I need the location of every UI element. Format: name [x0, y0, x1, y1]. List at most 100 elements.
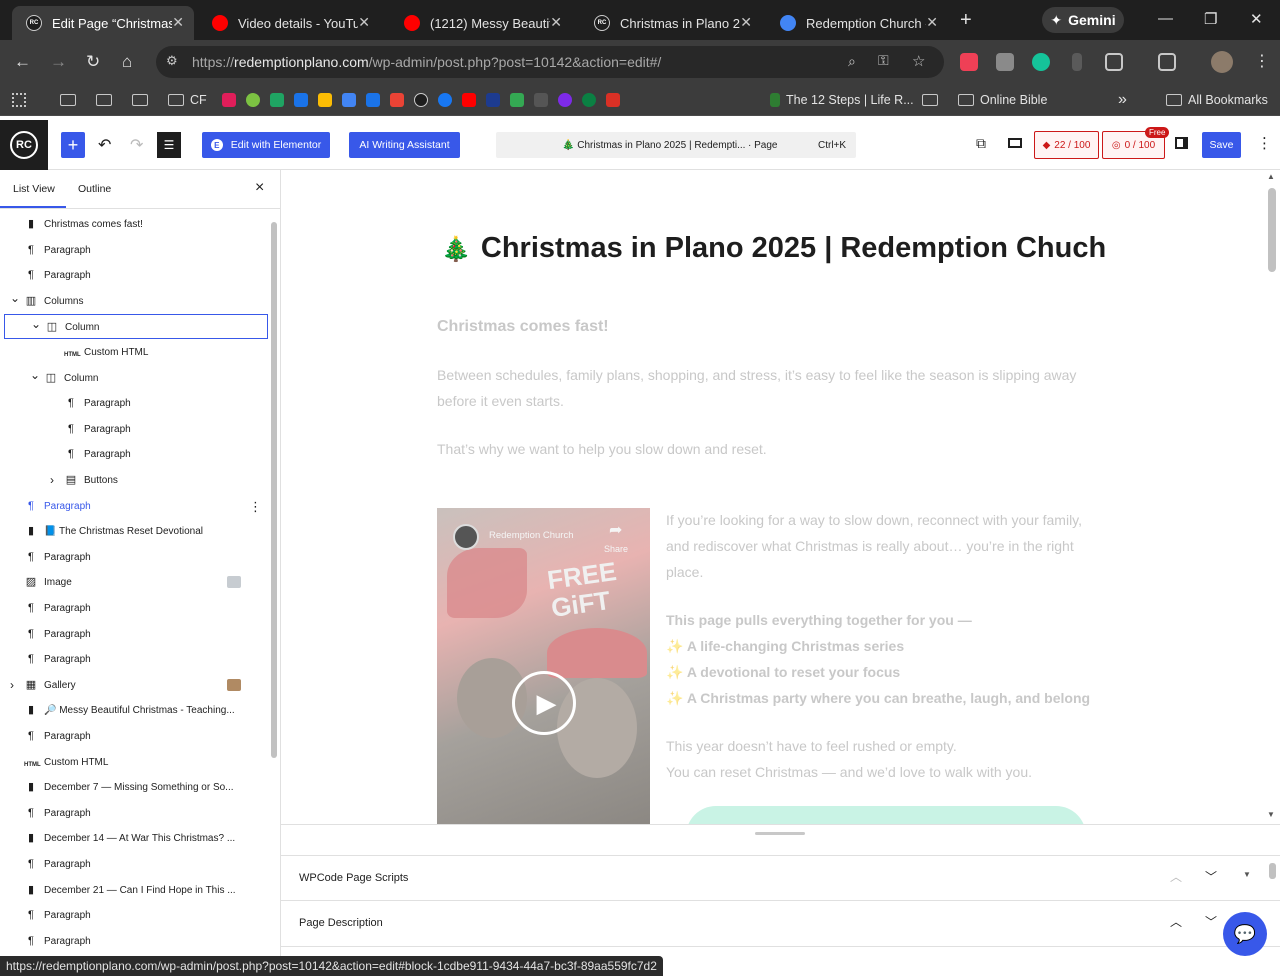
forward-button[interactable]: →: [50, 52, 67, 72]
list-view-item[interactable]: ▮ Christmas comes fast!: [0, 212, 270, 237]
settings-sidebar-toggle-icon[interactable]: [1175, 137, 1188, 149]
address-bar[interactable]: ⚙ https://redemptionplano.com/wp-admin/p…: [156, 46, 944, 78]
chevron-right-icon[interactable]: ›: [50, 473, 54, 487]
list-icon[interactable]: [510, 93, 524, 107]
options-menu-icon[interactable]: ⋮: [1257, 134, 1272, 152]
paragraph-block[interactable]: If you’re looking for a way to slow down…: [666, 507, 1106, 585]
block-inserter-button[interactable]: +: [61, 132, 85, 158]
meta-box-wpcode[interactable]: WPCode Page Scripts ︿ ﹀ ▼: [281, 855, 1280, 901]
rc-icon[interactable]: [414, 93, 428, 107]
command-palette-bar[interactable]: 🎄 Christmas in Plano 2025 | Redempti... …: [496, 132, 856, 158]
close-tab-icon[interactable]: ✕: [740, 14, 752, 31]
gloo-icon[interactable]: [246, 93, 260, 107]
url-text[interactable]: https://redemptionplano.com/wp-admin/pos…: [192, 54, 661, 70]
list-view-item[interactable]: ¶ Paragraph: [0, 622, 270, 647]
list-view-item[interactable]: ¶ Paragraph: [0, 391, 270, 416]
bookmark-online-bible[interactable]: Online Bible: [958, 92, 1047, 108]
list-view-item[interactable]: ▮ 🔎 Messy Beautiful Christmas - Teaching.…: [0, 698, 270, 723]
headphones-icon[interactable]: [582, 93, 596, 107]
seo-score-pill[interactable]: ◆ 22 / 100: [1034, 131, 1099, 159]
zoom-icon[interactable]: ⌕: [848, 53, 856, 70]
list-item[interactable]: ✨ A life-changing Christmas series: [666, 633, 904, 659]
paragraph-block[interactable]: That’s why we want to help you slow down…: [437, 436, 1097, 462]
more-bookmarks-button[interactable]: »: [1118, 91, 1127, 108]
chevron-right-icon[interactable]: ›: [10, 678, 14, 692]
list-view-item[interactable]: ¶ Paragraph: [0, 545, 270, 570]
scroll-up-arrow[interactable]: ▲: [1267, 172, 1275, 181]
browser-tab[interactable]: RC Christmas in Plano 20 ✕: [580, 6, 762, 40]
bookmark-folder[interactable]: [922, 92, 944, 108]
preview-device-icon[interactable]: [1008, 138, 1022, 148]
chevron-down-icon[interactable]: ⌄: [31, 317, 41, 331]
gemini-button[interactable]: ✦ Gemini: [1042, 7, 1124, 33]
bookmark-folder-cf[interactable]: CF: [168, 92, 207, 108]
dw-icon[interactable]: [534, 93, 548, 107]
puzzle-extensions-icon[interactable]: [1105, 53, 1123, 71]
block-options-icon[interactable]: ⋮: [249, 499, 262, 515]
list-view-item[interactable]: ¶ Paragraph: [0, 596, 270, 621]
back-button[interactable]: ←: [14, 52, 31, 72]
close-tab-icon[interactable]: ✕: [550, 14, 562, 31]
list-view-item[interactable]: ¶ Paragraph: [0, 442, 270, 467]
browser-tab[interactable]: (1212) Messy Beautiful ✕: [390, 6, 572, 40]
undo-button[interactable]: ↶: [98, 135, 111, 155]
list-view-item[interactable]: › ▦ Gallery: [0, 673, 270, 698]
star-icon[interactable]: ☆: [912, 52, 925, 70]
chevron-down-icon[interactable]: ⌄: [30, 368, 40, 382]
close-sidebar-button[interactable]: ×: [255, 179, 264, 197]
browser-tab[interactable]: RC Edit Page “Christmas in✕: [12, 6, 194, 40]
bookmark-folder[interactable]: [60, 92, 82, 108]
move-down-icon[interactable]: ﹀: [1205, 913, 1217, 930]
paragraph-block[interactable]: Between schedules, family plans, shoppin…: [437, 362, 1097, 414]
close-tab-icon[interactable]: ✕: [926, 14, 938, 31]
calendar-icon[interactable]: [366, 93, 380, 107]
canva-icon[interactable]: [558, 93, 572, 107]
home-button[interactable]: ⌂: [122, 52, 132, 72]
keep-icon[interactable]: [318, 93, 332, 107]
facebook-icon[interactable]: [438, 93, 452, 107]
new-tab-button[interactable]: +: [960, 9, 972, 32]
document-overview-button[interactable]: ☰: [157, 132, 181, 158]
browser-tab[interactable]: Redemption Church - ✕: [766, 6, 948, 40]
page-title[interactable]: 🎄 Christmas in Plano 2025 | Redemption Ch…: [441, 232, 1106, 265]
list-view-item[interactable]: HTML Custom HTML: [0, 750, 270, 775]
redo-button[interactable]: ↷: [130, 135, 143, 155]
toggle-panel-icon[interactable]: ▼: [1243, 870, 1251, 879]
key-icon[interactable]: ⚿: [878, 52, 889, 69]
tab-list-view[interactable]: List View: [13, 183, 55, 195]
tab-outline[interactable]: Outline: [78, 183, 111, 195]
bookmark-folder[interactable]: [132, 92, 154, 108]
list-view-item[interactable]: ▮ December 7 — Missing Something or So...: [0, 775, 270, 800]
browser-tab[interactable]: Video details - YouTube✕: [198, 6, 380, 40]
pocket-extension-icon[interactable]: [960, 53, 978, 71]
bookmark-folder[interactable]: [96, 92, 118, 108]
grammarly-extension-icon[interactable]: [1032, 53, 1050, 71]
list-view-item[interactable]: ▮ December 14 — At War This Christmas? ..…: [0, 826, 270, 851]
heading-block[interactable]: Christmas comes fast!: [437, 318, 609, 336]
restore-button[interactable]: ❐: [1204, 10, 1217, 28]
list-view-item[interactable]: ¶ Paragraph: [0, 801, 270, 826]
all-bookmarks-folder[interactable]: All Bookmarks: [1166, 92, 1268, 108]
paragraph-block[interactable]: You can reset Christmas — and we’d love …: [666, 759, 1032, 785]
list-view-item[interactable]: ¶ Paragraph: [0, 903, 270, 928]
list-view-item[interactable]: ¶ Paragraph: [0, 238, 270, 263]
meta-box-page-description[interactable]: Page Description ︿ ﹀: [281, 901, 1280, 947]
slack-icon[interactable]: [222, 93, 236, 107]
list-view-item[interactable]: ¶ Paragraph: [0, 724, 270, 749]
video-embed[interactable]: Redemption Church ➦ Share FREE GiFT ▶: [437, 508, 650, 824]
ui-icon[interactable]: [486, 93, 500, 107]
list-view-item[interactable]: ⌄ ▥ Columns: [0, 289, 270, 314]
list-intro[interactable]: This page pulls everything together for …: [666, 607, 972, 633]
chrome-menu-icon[interactable]: ⋮: [1254, 52, 1270, 72]
sidebar-scrollbar[interactable]: [271, 222, 277, 758]
apps-icon[interactable]: [12, 92, 26, 108]
site-info-icon[interactable]: ⚙: [166, 53, 178, 69]
reload-button[interactable]: ↻: [86, 52, 100, 72]
profile-avatar[interactable]: [1211, 51, 1233, 73]
sheets-icon[interactable]: [270, 93, 284, 107]
list-view-item[interactable]: ¶ Paragraph: [0, 647, 270, 672]
list-view-item[interactable]: ⌄ ◫ Column: [4, 314, 268, 340]
video-share-label[interactable]: Share: [604, 544, 628, 554]
red-arrow-icon[interactable]: [606, 93, 620, 107]
close-tab-icon[interactable]: ✕: [358, 14, 370, 31]
